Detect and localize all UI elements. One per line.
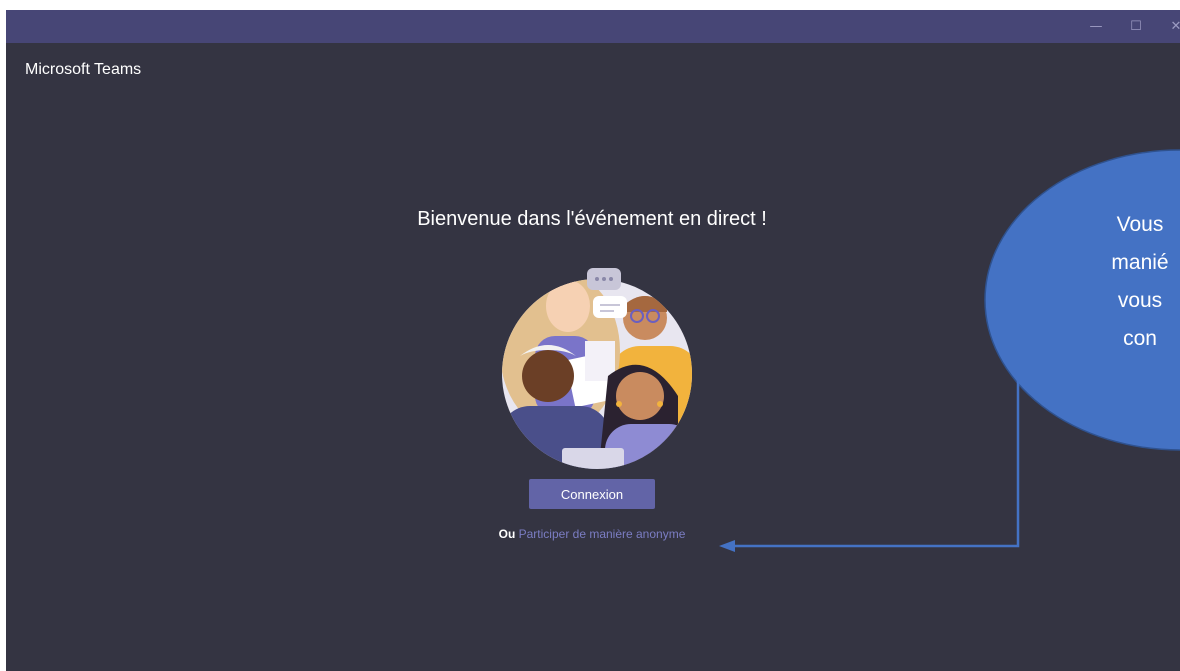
callout-line: vous — [1117, 289, 1163, 312]
callout-overlay — [719, 149, 1180, 552]
callout-text: Vous manié vous con — [1090, 206, 1180, 358]
callout-line: manié — [1111, 251, 1169, 274]
callout-connector — [734, 372, 1020, 548]
arrowhead-icon — [719, 540, 735, 552]
callout-line: Vous — [1116, 213, 1164, 236]
callout-line: con — [1123, 327, 1157, 350]
